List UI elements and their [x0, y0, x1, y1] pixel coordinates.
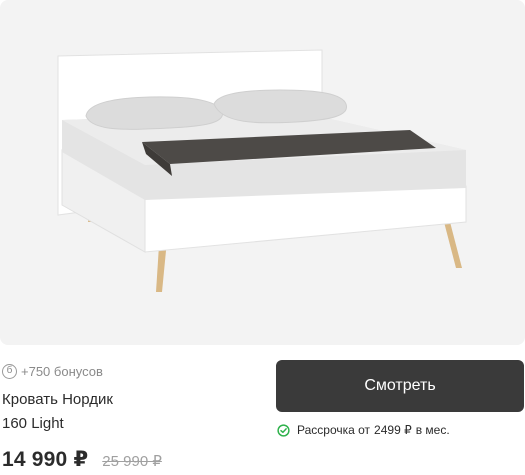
installment-suffix: в мес.: [415, 423, 450, 437]
installment-amount: 2499 ₽: [374, 423, 412, 437]
check-circle-icon: [277, 423, 290, 437]
product-image[interactable]: [0, 0, 525, 345]
current-price: 14 990 ₽: [2, 448, 89, 471]
bonus-info: б +750 бонусов: [2, 362, 103, 380]
bonus-coin-icon: б: [2, 363, 17, 379]
bonus-text: +750 бонусов: [21, 363, 103, 379]
product-title-line2: 160 Light: [2, 415, 64, 432]
product-title-line1: Кровать Нордик: [2, 391, 113, 408]
old-price: 25 990 ₽: [102, 453, 162, 470]
bed-illustration: [57, 49, 467, 292]
view-button[interactable]: Смотреть: [276, 360, 524, 412]
installment-info[interactable]: Рассрочка от 2499 ₽ в мес.: [277, 421, 450, 439]
price-row: 14 990 ₽ 25 990 ₽: [2, 447, 162, 472]
installment-prefix: Рассрочка от: [297, 423, 371, 437]
product-title[interactable]: Кровать Нордик 160 Light: [2, 388, 242, 436]
product-card: б +750 бонусов Кровать Нордик 160 Light …: [0, 0, 525, 475]
